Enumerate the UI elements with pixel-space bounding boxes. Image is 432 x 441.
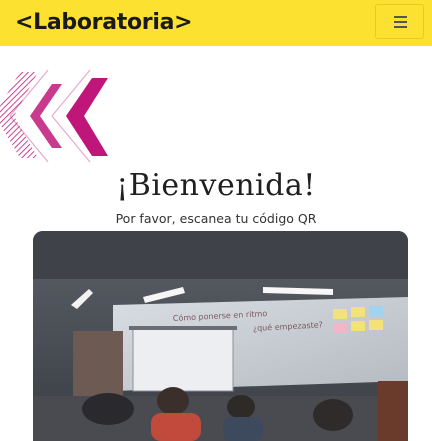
top-navbar: <Laboratoria> xyxy=(0,0,432,46)
laboratoria-logo[interactable]: <Laboratoria> xyxy=(15,9,193,37)
hamburger-menu-icon xyxy=(394,16,407,18)
hamburger-menu-button[interactable] xyxy=(375,4,424,39)
hamburger-line xyxy=(394,26,407,28)
qr-camera-feed[interactable]: Cómo ponerse en ritmo ¿qué empezaste? xyxy=(33,231,408,441)
hamburger-line xyxy=(394,21,407,23)
double-chevron-left-decoration xyxy=(0,69,108,163)
camera-frame-image: Cómo ponerse en ritmo ¿qué empezaste? xyxy=(33,231,408,441)
scan-qr-instruction: Por favor, escanea tu código QR xyxy=(115,211,317,226)
welcome-title: ¡Bienvenida! xyxy=(116,168,316,203)
